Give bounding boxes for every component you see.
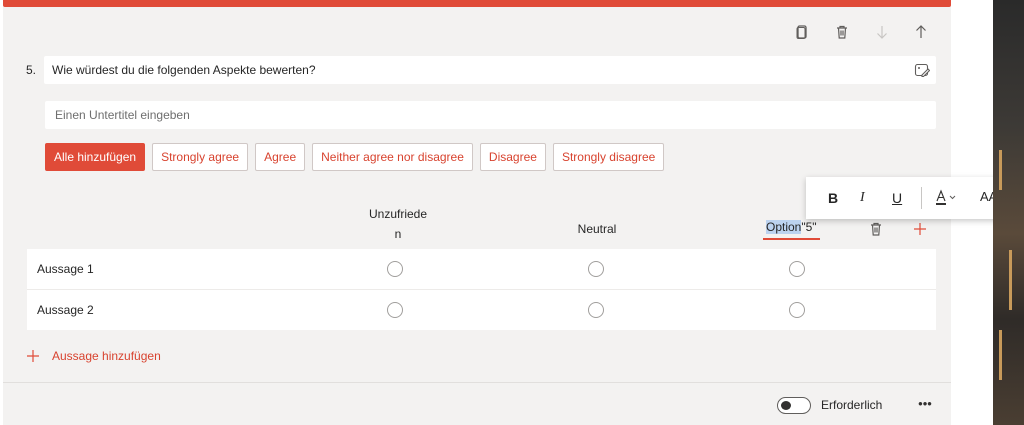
chip-disagree[interactable]: Disagree [479,143,546,171]
required-toggle[interactable] [777,397,811,414]
bold-button[interactable]: B [828,190,838,206]
radio-button[interactable] [588,261,604,277]
toggle-knob [781,401,791,410]
subtitle-placeholder: Einen Untertitel eingeben [55,108,190,122]
row-label[interactable]: Aussage 1 [37,262,94,276]
active-card-indicator [3,0,951,7]
add-statement-button[interactable]: Aussage hinzufügen [26,348,161,364]
column-header-2[interactable]: Neutral [566,222,628,236]
image-detail [999,330,1002,380]
plus-icon [27,350,39,362]
image-detail [999,150,1002,190]
image-detail [1009,250,1012,310]
delete-icon[interactable] [832,22,852,42]
underline-button[interactable]: U [892,190,902,206]
column-header-3-rest: "5" [801,219,817,234]
add-all-button[interactable]: Alle hinzufügen [45,143,146,171]
question-title-text: Wie würdest du die folgenden Aspekte bew… [52,63,316,77]
add-statement-label: Aussage hinzufügen [52,349,161,363]
copy-icon[interactable] [792,22,812,42]
column-header-1-line2: n [394,227,402,241]
italic-button[interactable]: I [860,190,865,206]
more-options-button[interactable]: ••• [915,396,935,412]
chip-agree[interactable]: Agree [255,143,306,171]
chip-neutral[interactable]: Neither agree nor disagree [312,143,473,171]
option-chips: Alle hinzufügen Strongly agree Agree Nei… [45,143,665,171]
row-label[interactable]: Aussage 2 [37,303,94,317]
move-up-icon[interactable] [911,22,931,42]
column-header-3-selected: Option [766,219,802,234]
question-title-input[interactable]: Wie würdest du die folgenden Aspekte bew… [44,56,936,84]
question-number: 5. [26,63,37,77]
table-row: Aussage 2 [27,290,936,330]
plus-icon[interactable] [910,219,930,239]
required-label: Erforderlich [821,398,883,412]
format-toolbar: B I U AA [806,177,1024,219]
toolbar-divider [921,187,922,209]
subtitle-input[interactable]: Einen Untertitel eingeben [45,101,936,129]
radio-button[interactable] [789,261,805,277]
table-row: Aussage 1 [27,249,936,289]
column-header-1-line1: Unzufriede [368,207,428,221]
radio-button[interactable] [789,302,805,318]
chip-strongly-agree[interactable]: Strongly agree [152,143,249,171]
font-color-icon[interactable] [935,189,957,210]
edit-image-icon[interactable] [914,62,930,78]
radio-button[interactable] [387,302,403,318]
delete-column-icon[interactable] [866,219,886,239]
radio-button[interactable] [387,261,403,277]
move-down-icon[interactable] [872,22,892,42]
question-row: 5. Wie würdest du die folgenden Aspekte … [26,56,936,84]
column-header-1[interactable]: Unzufriede n [368,207,428,241]
background-image [993,0,1024,425]
footer-divider [3,382,951,383]
chip-strongly-disagree[interactable]: Strongly disagree [552,143,665,171]
radio-button[interactable] [588,302,604,318]
